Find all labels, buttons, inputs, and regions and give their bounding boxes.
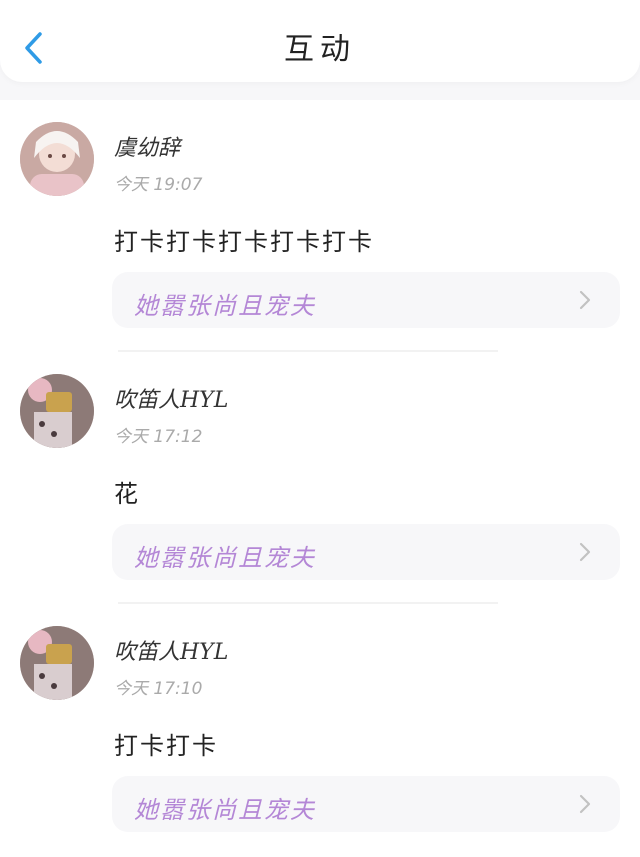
comment-text: 花 — [114, 480, 140, 508]
interaction-item: 虞幼辞 今天 19:07 打卡打卡打卡打卡打卡 她嚣张尚且宠夫 — [0, 100, 640, 352]
book-link[interactable]: 她嚣张尚且宠夫 — [112, 776, 620, 832]
avatar[interactable] — [20, 122, 94, 196]
interaction-item: 吹笛人HYL 今天 17:12 花 她嚣张尚且宠夫 — [0, 352, 640, 604]
timestamp: 今天 17:10 — [114, 679, 203, 699]
book-title: 她嚣张尚且宠夫 — [134, 544, 316, 572]
timestamp: 今天 17:12 — [114, 427, 203, 447]
timestamp: 今天 19:07 — [114, 175, 203, 195]
chevron-right-icon — [579, 542, 591, 562]
book-title: 她嚣张尚且宠夫 — [134, 292, 316, 320]
top-bar: 互动 — [0, 0, 640, 82]
book-link[interactable]: 她嚣张尚且宠夫 — [112, 524, 620, 580]
page-title: 互动 — [284, 32, 356, 67]
comment-text: 打卡打卡打卡打卡打卡 — [114, 228, 374, 256]
interaction-page: 互动 虞幼辞 今天 19:07 打卡打卡打卡打卡打卡 她嚣张尚且宠夫 吹笛人HY… — [0, 0, 640, 857]
username[interactable]: 吹笛人HYL — [114, 382, 228, 414]
chevron-right-icon — [579, 290, 591, 310]
username[interactable]: 吹笛人HYL — [114, 634, 228, 666]
comment-text: 打卡打卡 — [114, 732, 218, 760]
avatar[interactable] — [20, 626, 94, 700]
interaction-item: 吹笛人HYL 今天 17:10 打卡打卡 她嚣张尚且宠夫 — [0, 604, 640, 856]
avatar[interactable] — [20, 374, 94, 448]
username[interactable]: 虞幼辞 — [114, 130, 180, 162]
chevron-right-icon — [579, 794, 591, 814]
book-title: 她嚣张尚且宠夫 — [134, 796, 316, 824]
book-link[interactable]: 她嚣张尚且宠夫 — [112, 272, 620, 328]
interaction-list: 虞幼辞 今天 19:07 打卡打卡打卡打卡打卡 她嚣张尚且宠夫 吹笛人HYL 今… — [0, 100, 640, 857]
